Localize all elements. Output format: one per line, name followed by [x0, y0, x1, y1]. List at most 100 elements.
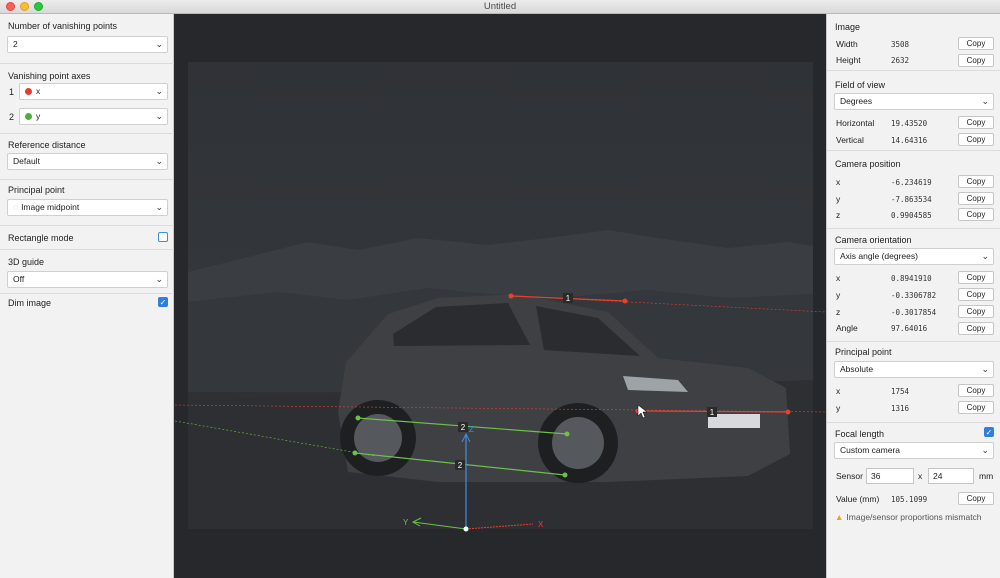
copy-fov-vertical-button[interactable]: Copy — [958, 133, 994, 146]
focal-length-checkbox[interactable]: ✓ — [984, 427, 994, 437]
principal-point-value: Image midpoint — [21, 202, 80, 212]
copy-cam-pos-y-button[interactable]: Copy — [958, 192, 994, 205]
chevron-down-icon: ⌄ — [155, 274, 163, 284]
orient-y-value: -0.3306782 — [891, 291, 937, 300]
vp2-handle[interactable] — [352, 450, 358, 456]
copy-orient-angle-button[interactable]: Copy — [958, 322, 994, 335]
red-dot-icon — [25, 88, 32, 95]
title-bar: Untitled — [0, 0, 1000, 14]
vp-axis-2-select[interactable]: y ⌄ — [19, 108, 168, 125]
principal-point-label: Principal point — [8, 185, 65, 195]
pp-mode-value: Absolute — [840, 364, 874, 374]
vp-axis-2-number: 2 — [9, 112, 15, 122]
sensor-height-input[interactable]: 24 — [928, 468, 974, 484]
focal-length-section: Focal length ✓ Custom camera ⌄ Sensor 36… — [827, 423, 1000, 543]
copy-orient-x-button[interactable]: Copy — [958, 271, 994, 284]
orientation-mode-select[interactable]: Axis angle (degrees) ⌄ — [834, 248, 994, 265]
copy-cam-pos-z-button[interactable]: Copy — [958, 208, 994, 221]
dim-image-label: Dim image — [8, 298, 52, 308]
focal-value-label: Value (mm) — [836, 494, 880, 504]
x-axis-line — [465, 523, 534, 530]
x-axis-label: X — [538, 520, 544, 529]
chevron-down-icon: ⌄ — [155, 111, 163, 121]
vp-axis-2-value: y — [36, 111, 41, 121]
orient-y-label: y — [836, 290, 841, 300]
vp1-handle[interactable] — [785, 409, 791, 415]
vp-count-section: Number of vanishing points 2 ⌄ — [0, 14, 174, 64]
vp2-handle[interactable] — [562, 472, 568, 478]
copy-pp-y-button[interactable]: Copy — [958, 401, 994, 414]
orient-z-label: z — [836, 307, 841, 317]
guide-label: 3D guide — [8, 257, 45, 267]
camera-orientation-section: Camera orientation Axis angle (degrees) … — [827, 229, 1000, 342]
fov-unit-select[interactable]: Degrees ⌄ — [834, 93, 994, 110]
principal-point-result-section: Principal point Absolute ⌄ x 1754 Copy y… — [827, 342, 1000, 423]
focal-value: 105.1099 — [891, 495, 928, 504]
dim-image-section: Dim image ✓ — [0, 294, 174, 318]
ref-distance-select[interactable]: Default ⌄ — [7, 153, 168, 170]
chevron-down-icon: ⌄ — [155, 156, 163, 166]
mouse-cursor-icon — [637, 404, 648, 419]
chevron-down-icon: ⌄ — [155, 202, 163, 212]
copy-orient-y-button[interactable]: Copy — [958, 288, 994, 301]
copy-focal-button[interactable]: Copy — [958, 492, 994, 505]
vp1-handle[interactable] — [622, 298, 628, 304]
pp-mode-select[interactable]: Absolute ⌄ — [834, 361, 994, 378]
vp-count-value: 2 — [13, 39, 18, 49]
camera-orientation-title: Camera orientation — [835, 235, 912, 245]
sensor-width-input[interactable]: 36 — [866, 468, 914, 484]
crosshair-icon: ◌ — [13, 202, 19, 212]
copy-pp-x-button[interactable]: Copy — [958, 384, 994, 397]
ref-distance-label: Reference distance — [8, 140, 86, 150]
copy-height-button[interactable]: Copy — [958, 54, 994, 67]
vp2-handle[interactable] — [564, 431, 570, 437]
vp2-handle[interactable] — [355, 415, 361, 421]
proportions-warning: ▲ Image/sensor proportions mismatch — [835, 512, 982, 522]
control-overlay: 1 1 2 2 Z Y X — [175, 293, 826, 532]
image-canvas[interactable]: 1 1 2 2 Z Y X — [175, 14, 826, 578]
rectangle-mode-checkbox[interactable] — [158, 232, 168, 242]
fov-section: Field of view Degrees ⌄ Horizontal 19.43… — [827, 71, 1000, 151]
guide-value: Off — [13, 274, 25, 284]
window-title: Untitled — [483, 1, 517, 12]
vp2-label: 2 — [461, 423, 466, 432]
pp-x-value: 1754 — [891, 387, 910, 396]
guide-section: 3D guide Off ⌄ — [0, 250, 174, 294]
fov-vertical-label: Vertical — [836, 135, 864, 145]
right-results-panel: Image Width 3508 Copy Height 2632 Copy F… — [826, 14, 1000, 578]
vp-count-select[interactable]: 2 ⌄ — [7, 36, 168, 53]
ref-distance-value: Default — [13, 156, 40, 166]
vp2-extension — [175, 420, 376, 457]
vp1-label: 1 — [566, 294, 571, 303]
ref-distance-section: Reference distance Default ⌄ — [0, 134, 174, 180]
camera-position-section: Camera position x -6.234619 Copy y -7.86… — [827, 151, 1000, 229]
pp-x-label: x — [836, 386, 841, 396]
vp1-handle[interactable] — [508, 293, 514, 299]
vp1-label: 1 — [710, 408, 715, 417]
principal-point-select[interactable]: ◌ Image midpoint ⌄ — [7, 199, 168, 216]
left-settings-panel: Number of vanishing points 2 ⌄ Vanishing… — [0, 14, 174, 578]
origin-handle[interactable] — [463, 526, 469, 532]
fov-title: Field of view — [835, 80, 886, 90]
proportions-warning-text: Image/sensor proportions mismatch — [846, 512, 982, 522]
image-width-label: Width — [836, 39, 858, 49]
dim-image-checkbox[interactable]: ✓ — [158, 297, 168, 307]
guide-select[interactable]: Off ⌄ — [7, 271, 168, 288]
vp1-extension-bottom — [175, 404, 826, 413]
sensor-label: Sensor — [836, 471, 863, 481]
camera-preset-select[interactable]: Custom camera ⌄ — [834, 442, 994, 459]
pp-result-title: Principal point — [835, 347, 892, 357]
vp-axis-1-select[interactable]: x ⌄ — [19, 83, 168, 100]
orient-angle-label: Angle — [836, 323, 858, 333]
pp-y-value: 1316 — [891, 404, 910, 413]
copy-width-button[interactable]: Copy — [958, 37, 994, 50]
cam-pos-z-label: z — [836, 210, 841, 220]
copy-fov-horizontal-button[interactable]: Copy — [958, 116, 994, 129]
orient-z-value: -0.3017854 — [891, 308, 937, 317]
image-section: Image Width 3508 Copy Height 2632 Copy — [827, 14, 1000, 71]
image-width-value: 3508 — [891, 40, 910, 49]
copy-cam-pos-x-button[interactable]: Copy — [958, 175, 994, 188]
rectangle-mode-section: Rectangle mode — [0, 226, 174, 250]
orient-x-value: 0.8941910 — [891, 274, 932, 283]
copy-orient-z-button[interactable]: Copy — [958, 305, 994, 318]
